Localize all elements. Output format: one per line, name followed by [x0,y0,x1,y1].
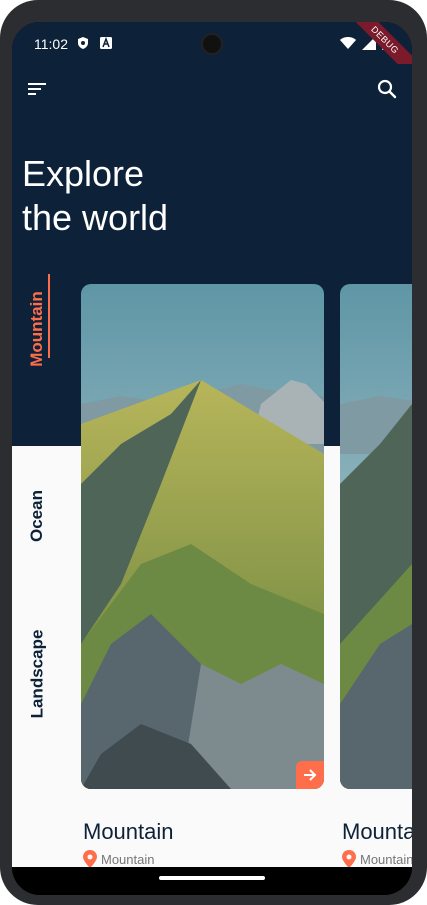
tab-label: Landscape [27,629,46,719]
mountain-photo [340,284,412,789]
card-location: Mountain [83,850,154,868]
status-time: 11:02 [34,36,68,52]
card-image [81,284,324,789]
location-pin-icon [83,850,97,868]
shield-icon [78,37,88,49]
screen: 11:02 DEBUG Explore the world Mountain O… [12,22,412,895]
arrow-right-icon [304,769,317,781]
page-title: Explore the world [22,152,168,240]
mountain-photo [81,284,324,789]
home-indicator[interactable] [159,876,265,880]
tab-landscape[interactable]: Landscape [24,604,50,744]
location-text: Mountain [101,851,155,867]
card-title: Mountain [342,819,412,844]
app-body: Explore the world Mountain Ocean Landsca… [12,64,412,868]
tab-label: Mountain [27,291,47,367]
location-text: Mountain [360,851,412,867]
status-bar: 11:02 DEBUG [12,22,412,85]
card-location: Mountain [342,850,412,868]
tab-mountain[interactable]: Mountain [24,274,50,384]
menu-icon[interactable] [26,80,48,98]
location-pin-icon [342,850,356,868]
active-tab-indicator [48,274,50,358]
front-camera [201,33,223,55]
search-icon[interactable] [376,78,398,100]
card-title: Mountain [83,819,174,844]
title-line-1: Explore [22,153,145,194]
device-frame: 11:02 DEBUG Explore the world Mountain O… [0,0,427,905]
open-card-button[interactable] [296,761,324,789]
card-image [340,284,412,789]
app-notification-icon [100,37,112,49]
tab-ocean[interactable]: Ocean [24,466,50,566]
destination-card[interactable] [340,284,412,789]
destination-card[interactable] [81,284,324,789]
tab-label: Ocean [27,490,47,542]
title-line-2: the world [22,197,169,238]
system-navigation-bar [12,867,412,895]
wifi-icon [340,37,356,49]
